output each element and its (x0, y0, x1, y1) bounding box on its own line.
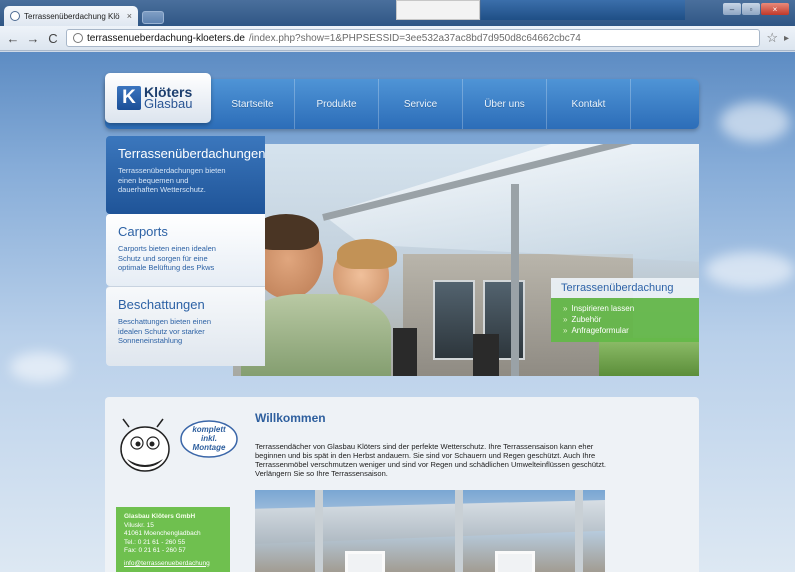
browser-tab[interactable]: Terrassenüberdachung Klö × (4, 6, 138, 26)
product-beschattungen[interactable]: Beschattungen Beschattungen bieten einen… (106, 286, 265, 366)
overlapping-window-a (396, 0, 480, 20)
company-city: 41061 Moenchengladbach (124, 530, 201, 537)
content-image (255, 490, 605, 572)
garden-plants (599, 338, 699, 376)
company-email-link[interactable]: info@terrassenueberdachung (124, 560, 210, 567)
address-bar[interactable]: terrassenueberdachung-kloeters.de/index.… (66, 29, 761, 47)
bookmark-star-icon[interactable]: ☆ (766, 30, 778, 46)
logo-line-2: Glasbau (144, 96, 193, 111)
terrace-chair (473, 334, 499, 376)
product-description: Terrassenüberdachungen bieten einen bequ… (118, 166, 226, 194)
site-logo[interactable]: K Klöters Glasbau (105, 73, 211, 123)
bullet-icon: » (563, 326, 568, 335)
callout-title: Terrassenüberdachung (551, 278, 699, 298)
mascot-text-2: inkl. (201, 434, 217, 443)
product-carports[interactable]: Carports Carports bieten einen idealen S… (106, 214, 265, 286)
menu-icon[interactable]: ▸ (784, 33, 789, 44)
browser-titlebar: Terrassenüberdachung Klö × – ▫ × (0, 0, 795, 26)
callout-link-label: Inspirieren lassen (571, 304, 635, 313)
person-child-hair (337, 239, 397, 269)
sky-cloud (10, 352, 70, 382)
image-window (495, 551, 535, 572)
page-info-icon[interactable] (73, 33, 83, 43)
company-street: Viluskr. 15 (124, 521, 154, 529)
window-close-icon[interactable]: × (761, 3, 789, 15)
nav-item-produkte[interactable]: Produkte (295, 79, 379, 129)
page-viewport: K Klöters Glasbau Startseite Produkte Se… (0, 52, 795, 572)
window-controls: – ▫ × (723, 3, 789, 15)
welcome-heading: Willkommen (255, 411, 326, 425)
nav-item-service[interactable]: Service (379, 79, 463, 129)
logo-mark: K (117, 86, 141, 110)
image-roof (255, 500, 605, 544)
forward-icon[interactable]: → (26, 31, 40, 46)
roof-post (511, 184, 519, 376)
url-path: /index.php?show=1&PHPSESSID=3ee532a37ac8… (248, 32, 581, 44)
url-domain: terrassenueberdachung-kloeters.de (87, 32, 245, 44)
nav-item-kontakt[interactable]: Kontakt (547, 79, 631, 129)
sky-cloud (720, 102, 790, 142)
maximize-icon[interactable]: ▫ (742, 3, 760, 15)
callout-link-label: Anfrageformular (571, 326, 629, 335)
new-tab-button[interactable] (142, 11, 164, 24)
callout-link-zubehoer[interactable]: » Zubehör (563, 314, 689, 325)
product-description: Beschattungen bieten einen idealen Schut… (118, 317, 211, 345)
logo-text: Klöters Glasbau (144, 85, 193, 111)
nav-item-ueber-uns[interactable]: Über uns (463, 79, 547, 129)
image-window (345, 551, 385, 572)
mascot-text-1: komplett (192, 425, 226, 434)
site-header: K Klöters Glasbau Startseite Produkte Se… (105, 73, 699, 129)
browser-toolbar: ← → C terrassenueberdachung-kloeters.de /… (0, 26, 795, 51)
bullet-icon: » (563, 315, 568, 324)
image-post (455, 490, 463, 572)
hero-callout: Terrassenüberdachung » Inspirieren lassen… (551, 278, 699, 342)
product-description: Carports bieten einen idealen Schutz und… (118, 244, 216, 272)
image-post (575, 490, 583, 572)
nav-item-startseite[interactable]: Startseite (211, 79, 295, 129)
sky-cloud (705, 252, 795, 288)
terrace-chair (393, 328, 417, 376)
product-title: Terrassenüberdachungen (118, 146, 266, 161)
back-icon[interactable]: ← (6, 31, 20, 46)
product-terrassenueberdachungen[interactable]: Terrassenüberdachungen Terrassenüberdach… (106, 136, 265, 214)
company-contact-box: Glasbau Klöters GmbH Viluskr. 15 41061 M… (116, 507, 230, 572)
tab-close-icon[interactable]: × (127, 11, 132, 21)
mascot-illustration: komplett inkl. Montage (120, 418, 238, 472)
house-door (433, 280, 475, 360)
overlapping-window-b (481, 0, 685, 20)
reload-icon[interactable]: C (46, 31, 60, 46)
callout-link-label: Zubehör (571, 315, 602, 324)
main-nav: Startseite Produkte Service Über uns Kon… (211, 79, 699, 129)
bullet-icon: » (563, 304, 568, 313)
company-phone: Tel.: 0 21 61 - 260 55 (124, 538, 186, 546)
callout-link-anfrageformular[interactable]: » Anfrageformular (563, 325, 689, 336)
content-area: komplett inkl. Montage Glasbau Klöters G… (105, 397, 699, 572)
favicon-icon (10, 11, 20, 21)
company-fax: Fax: 0 21 61 - 260 57 (124, 547, 186, 554)
minimize-icon[interactable]: – (723, 3, 741, 15)
tab-title: Terrassenüberdachung Klö (24, 11, 120, 21)
welcome-text: Terrassendächer von Glasbau Klöters sind… (255, 442, 607, 478)
product-title: Carports (118, 224, 168, 239)
image-post (315, 490, 323, 572)
callout-links: » Inspirieren lassen » Zubehör » Anfragefor… (551, 298, 699, 342)
product-title: Beschattungen (118, 297, 205, 312)
company-name: Glasbau Klöters GmbH (124, 513, 196, 520)
mascot-text-3: Montage (193, 443, 226, 452)
callout-link-inspirieren[interactable]: » Inspirieren lassen (563, 303, 689, 314)
